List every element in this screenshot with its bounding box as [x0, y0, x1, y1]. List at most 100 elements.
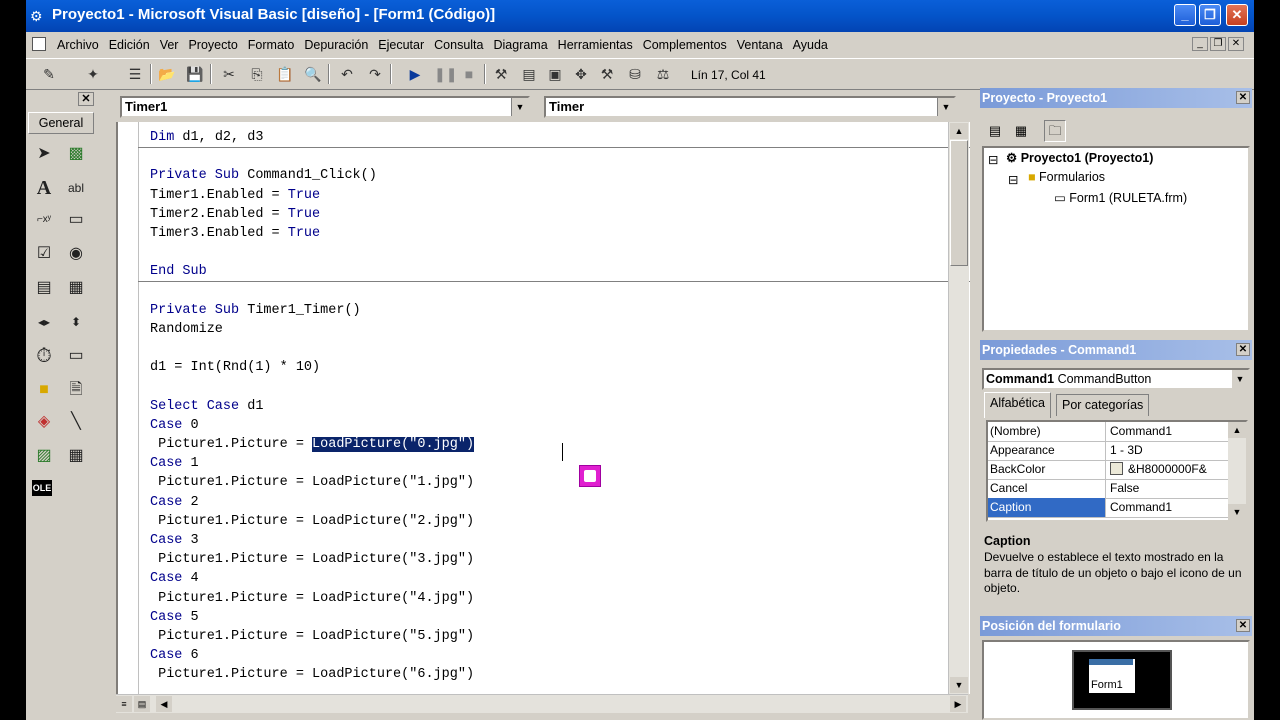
object-combo[interactable]: Timer1 ▼ [120, 96, 530, 118]
chevron-down-icon[interactable]: ▼ [937, 98, 954, 116]
property-value[interactable]: &H8000000F& [1108, 460, 1228, 479]
form-layout-icon[interactable]: ▣ [546, 65, 564, 83]
toggle-folders-icon[interactable]: 🗀 [1044, 120, 1066, 142]
commandbutton-tool-icon[interactable]: ▭ [64, 208, 88, 232]
toolbox-general-tab[interactable]: General [28, 112, 94, 134]
menu-item-ayuda[interactable]: Ayuda [788, 38, 833, 52]
property-row[interactable]: Cancel False [988, 479, 1228, 499]
menu-item-proyecto[interactable]: Proyecto [183, 38, 242, 52]
scroll-down-icon[interactable]: ▼ [1228, 504, 1246, 520]
tab-categorized[interactable]: Por categorías [1056, 394, 1150, 416]
property-value[interactable]: Command1 [1108, 498, 1228, 517]
code-vertical-scrollbar[interactable]: ▲ ▼ [948, 122, 969, 694]
save-icon[interactable]: 💾 [186, 65, 204, 83]
maximize-button[interactable]: ❐ [1199, 4, 1221, 26]
find-icon[interactable]: 🔍 [304, 65, 322, 83]
filelistbox-tool-icon[interactable]: 🗎 [64, 378, 88, 402]
project-explorer-icon[interactable]: ⚒ [492, 65, 510, 83]
picturebox-tool-icon[interactable]: ▩ [64, 142, 88, 166]
label-tool-icon[interactable]: A [32, 176, 56, 200]
menu-item-herramientas[interactable]: Herramientas [553, 38, 638, 52]
code-editor[interactable]: Dim d1, d2, d3 Private Sub Command1_Clic… [116, 122, 970, 694]
scroll-right-icon[interactable]: ▶ [950, 696, 966, 712]
tree-collapse-icon[interactable]: ⊟ [1008, 172, 1018, 187]
child-minimize-button[interactable]: _ [1192, 37, 1208, 51]
chevron-down-icon[interactable]: ▼ [1232, 370, 1248, 388]
optionbutton-tool-icon[interactable]: ◉ [64, 242, 88, 266]
minimize-button[interactable]: _ [1174, 4, 1196, 26]
menu-item-edicion[interactable]: Edición [104, 38, 155, 52]
drivelistbox-tool-icon[interactable]: ▭ [64, 344, 88, 368]
full-module-view-icon[interactable]: ▤ [134, 696, 150, 712]
add-form-icon[interactable]: ✦ [84, 65, 102, 83]
procedure-view-icon[interactable]: ≡ [116, 696, 132, 712]
menu-item-complementos[interactable]: Complementos [638, 38, 732, 52]
ole-tool-icon[interactable]: OLE [32, 480, 52, 496]
child-restore-button[interactable]: ❐ [1210, 37, 1226, 51]
stop-icon[interactable]: ■ [460, 65, 478, 83]
chevron-down-icon[interactable]: ▼ [511, 98, 528, 116]
scroll-up-icon[interactable]: ▲ [1228, 422, 1246, 438]
property-value[interactable]: Command1 [1108, 422, 1228, 441]
open-folder-icon[interactable]: 📂 [158, 65, 176, 83]
procedure-combo[interactable]: Timer ▼ [544, 96, 956, 118]
property-row[interactable]: (Nombre) Command1 [988, 422, 1228, 442]
line-tool-icon[interactable]: ╲ [64, 410, 88, 434]
mdi-child-icon[interactable] [32, 37, 46, 51]
view-code-icon[interactable]: ▤ [984, 120, 1006, 142]
listbox-tool-icon[interactable]: ▦ [64, 276, 88, 300]
data-view-icon[interactable]: ⛁ [626, 65, 644, 83]
image-tool-icon[interactable]: ▨ [32, 444, 56, 468]
close-icon[interactable]: ✕ [1236, 619, 1250, 632]
form-preview[interactable]: Form1 [1088, 658, 1136, 694]
scroll-down-icon[interactable]: ▼ [950, 677, 968, 693]
menu-item-ejecutar[interactable]: Ejecutar [373, 38, 429, 52]
tree-item-project[interactable]: ⚙ Proyecto1 (Proyecto1) [1006, 150, 1153, 165]
menu-item-ver[interactable]: Ver [155, 38, 184, 52]
menu-item-formato[interactable]: Formato [243, 38, 300, 52]
property-row[interactable]: Appearance 1 - 3D [988, 441, 1228, 461]
checkbox-tool-icon[interactable]: ☑ [32, 242, 56, 266]
toolbox-icon[interactable]: ⚒ [598, 65, 616, 83]
view-object-icon[interactable]: ▦ [1010, 120, 1032, 142]
paste-icon[interactable]: 📋 [276, 65, 294, 83]
combobox-tool-icon[interactable]: ▤ [32, 276, 56, 300]
copy-icon[interactable]: ⎘ [248, 65, 266, 83]
component-manager-icon[interactable]: ⚖ [654, 65, 672, 83]
child-close-button[interactable]: ✕ [1228, 37, 1244, 51]
vscrollbar-tool-icon[interactable]: ⬍ [64, 310, 88, 334]
textbox-tool-icon[interactable]: abl [64, 176, 88, 200]
undo-icon[interactable]: ↶ [338, 65, 356, 83]
pause-icon[interactable]: ❚❚ [434, 65, 457, 83]
code-text[interactable]: Dim d1, d2, d3 Private Sub Command1_Clic… [150, 128, 475, 684]
menu-editor-icon[interactable]: ☰ [126, 65, 144, 83]
cut-icon[interactable]: ✂ [220, 65, 238, 83]
menu-item-consulta[interactable]: Consulta [429, 38, 488, 52]
property-row[interactable]: BackColor &H8000000F& [988, 460, 1228, 480]
pointer-tool-icon[interactable]: ➤ [32, 142, 56, 166]
tree-collapse-icon[interactable]: ⊟ [988, 152, 998, 167]
properties-scrollbar[interactable]: ▲ ▼ [1228, 422, 1246, 520]
toolbox-close-button[interactable]: ✕ [78, 92, 94, 106]
scroll-thumb[interactable] [950, 140, 968, 266]
properties-object-combo[interactable]: Command1 CommandButton ▼ [982, 368, 1250, 390]
redo-icon[interactable]: ↷ [366, 65, 384, 83]
close-icon[interactable]: ✕ [1236, 343, 1250, 356]
shape-tool-icon[interactable]: ◈ [32, 410, 56, 434]
tree-item-form1[interactable]: ▭ Form1 (RULETA.frm) [1054, 190, 1187, 205]
tree-item-forms-folder[interactable]: ■ Formularios [1028, 170, 1105, 184]
object-browser-icon[interactable]: ✥ [572, 65, 590, 83]
vb-app-icon[interactable]: ⚙ [30, 8, 43, 25]
property-row[interactable]: Caption Command1 [988, 498, 1228, 518]
data-tool-icon[interactable]: ▦ [64, 444, 88, 468]
menu-item-depuracion[interactable]: Depuración [299, 38, 373, 52]
add-project-icon[interactable]: ✎ [40, 65, 58, 83]
close-icon[interactable]: ✕ [1236, 91, 1250, 104]
menu-item-archivo[interactable]: Archivo [52, 38, 104, 52]
properties-window-icon[interactable]: ▤ [520, 65, 538, 83]
scroll-left-icon[interactable]: ◀ [156, 696, 172, 712]
hscrollbar-tool-icon[interactable]: ◂▸ [32, 310, 56, 334]
menu-item-ventana[interactable]: Ventana [732, 38, 788, 52]
start-icon[interactable]: ▶ [406, 65, 424, 83]
timer-tool-icon[interactable]: ⏱ [32, 344, 56, 368]
